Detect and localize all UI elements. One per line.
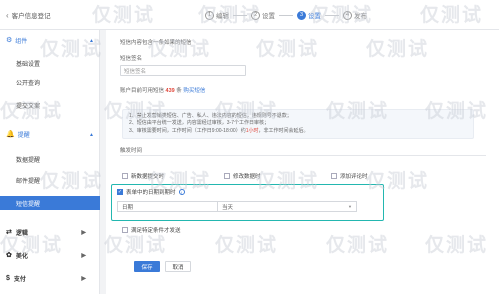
step-2[interactable]: 2 设置: [251, 10, 275, 20]
sms-balance: 账户目前可用短信 439 条 购买短信: [120, 86, 205, 94]
sidebar-section-components[interactable]: ⚙ 组件 ▲: [0, 34, 100, 47]
top-bar: ‹ 客户信息登记 1 编辑 2 设置 3 设置 4 发布: [0, 0, 499, 30]
step-1[interactable]: 1 编辑: [205, 10, 229, 20]
step-4[interactable]: 4 发布: [343, 10, 367, 20]
main-panel: 短信内容包含一条如果的短信 短信签名 短信签名 账户目前可用短信 439 条 购…: [106, 30, 499, 294]
section-label: 组件: [15, 39, 28, 45]
cancel-button[interactable]: 取消: [165, 261, 191, 272]
option-condition[interactable]: 满足特定条件才发送: [122, 226, 181, 234]
chevron-right-icon: ▶: [81, 275, 86, 282]
step-label: 发布: [354, 13, 367, 20]
step-label: 编辑: [216, 13, 229, 20]
chevron-right-icon: ▶: [81, 252, 86, 259]
sidebar-group-logic[interactable]: ⇄ 逻辑 ▶: [0, 223, 100, 241]
notice-text: 3、审核需要时间，工作时间（工作日9:00-18:00）约: [129, 127, 246, 134]
sidebar-item-basic[interactable]: 基础设置: [0, 56, 100, 70]
notice-line: 2、短信由平台统一发送，内容需经过审核，3-7个工作日审核；: [129, 120, 270, 127]
step-number: 4: [343, 10, 352, 20]
option-label: 修改数据时: [233, 174, 261, 180]
checkbox[interactable]: [224, 173, 230, 179]
option-label: 添加评论时: [340, 174, 368, 180]
back-arrow-icon: ‹: [6, 10, 9, 20]
group-label: 逻辑: [15, 230, 28, 237]
notice-line: 3、审核需要时间，工作时间（工作日9:00-18:00）约1小时，非工作时间会延…: [129, 128, 467, 135]
section-label: 提醒: [17, 133, 30, 139]
sidebar-item-submit-text[interactable]: 提交文案: [0, 98, 100, 112]
step-indicator: 1 编辑 2 设置 3 设置 4 发布: [205, 10, 367, 20]
step-connector: [325, 14, 339, 16]
step-number: 1: [205, 10, 214, 20]
sidebar-item-public-query[interactable]: 公开查询: [0, 75, 100, 89]
checkbox[interactable]: [122, 173, 128, 179]
divider: [120, 155, 486, 156]
logic-icon: ⇄: [6, 228, 12, 236]
back-link[interactable]: ‹ 客户信息登记: [6, 10, 51, 21]
sidebar-item-data-reminder[interactable]: 数据提醒: [0, 152, 100, 166]
caret-down-icon: ▼: [348, 204, 352, 209]
sidebar-item-email-reminder[interactable]: 邮件提醒: [0, 173, 100, 187]
select-value: 当天: [222, 204, 234, 211]
date-field-select[interactable]: 日期 ▼: [117, 201, 227, 212]
save-button[interactable]: 保存: [134, 261, 160, 272]
group-label: 美化: [15, 253, 28, 260]
checkbox-checked[interactable]: ✓: [117, 189, 123, 195]
step-number: 3: [297, 10, 306, 20]
option-label: 表单中的日期到期时: [126, 190, 176, 196]
trigger-time-label: 触发时间: [120, 148, 143, 154]
chevron-up-icon: ▲: [89, 131, 94, 138]
group-label: 支付: [13, 276, 26, 283]
step-label: 设置: [308, 13, 321, 20]
bell-icon: 🔔: [6, 131, 15, 138]
checkbox[interactable]: [122, 227, 128, 233]
chevron-up-icon: ▲: [89, 37, 94, 44]
palette-icon: ✿: [6, 251, 12, 259]
sidebar-section-reminder[interactable]: 🔔 提醒 ▲: [0, 128, 100, 141]
sidebar-group-payment[interactable]: $ 支付 ▶: [0, 269, 100, 287]
option-add-comment[interactable]: 添加评论时: [331, 172, 368, 180]
signature-label: 短信签名: [120, 56, 143, 62]
step-connector: [279, 14, 293, 16]
option-new-data[interactable]: 新数据提交时: [122, 172, 164, 180]
sms-description: 短信内容包含一条如果的短信: [120, 40, 192, 46]
sidebar-group-beautify[interactable]: ✿ 美化 ▶: [0, 246, 100, 264]
payment-icon: $: [6, 274, 10, 282]
sidebar-item-sms-reminder[interactable]: 短信提醒: [0, 196, 100, 210]
balance-prefix: 账户目前可用短信: [120, 88, 165, 94]
step-label: 设置: [262, 13, 275, 20]
select-value: 日期: [122, 204, 134, 211]
notice-text: ，非工作时间会延后。: [258, 127, 309, 134]
sidebar: ⚙ 组件 ▲ 基础设置 公开查询 提交文案 🔔 提醒 ▲ 数据提醒 邮件提醒 短…: [0, 30, 100, 294]
balance-count: 439: [165, 88, 175, 94]
notice-box: 1、禁止发营销类短信、广告、私人、违法内容的短信，违规则号不退款； 2、短信由平…: [122, 109, 474, 139]
option-label: 新数据提交时: [131, 174, 165, 180]
option-modify-data[interactable]: 修改数据时: [224, 172, 261, 180]
option-label: 满足特定条件才发送: [131, 228, 181, 234]
notice-highlight: 1小时: [245, 127, 259, 134]
signature-input[interactable]: 短信签名: [120, 65, 246, 76]
info-icon[interactable]: i: [178, 189, 185, 195]
step-number: 2: [251, 10, 260, 20]
gear-icon: ⚙: [6, 37, 13, 44]
step-connector: [233, 14, 247, 16]
buy-sms-link[interactable]: 购买短信: [183, 88, 205, 94]
option-date-due[interactable]: ✓ 表单中的日期到期时 i: [117, 188, 185, 196]
chevron-right-icon: ▶: [81, 229, 86, 236]
checkbox[interactable]: [331, 173, 337, 179]
step-3[interactable]: 3 设置: [297, 10, 321, 20]
balance-unit: 条: [176, 88, 182, 94]
form-title: 客户信息登记: [11, 13, 51, 20]
day-offset-select[interactable]: 当天 ▼: [217, 201, 357, 212]
